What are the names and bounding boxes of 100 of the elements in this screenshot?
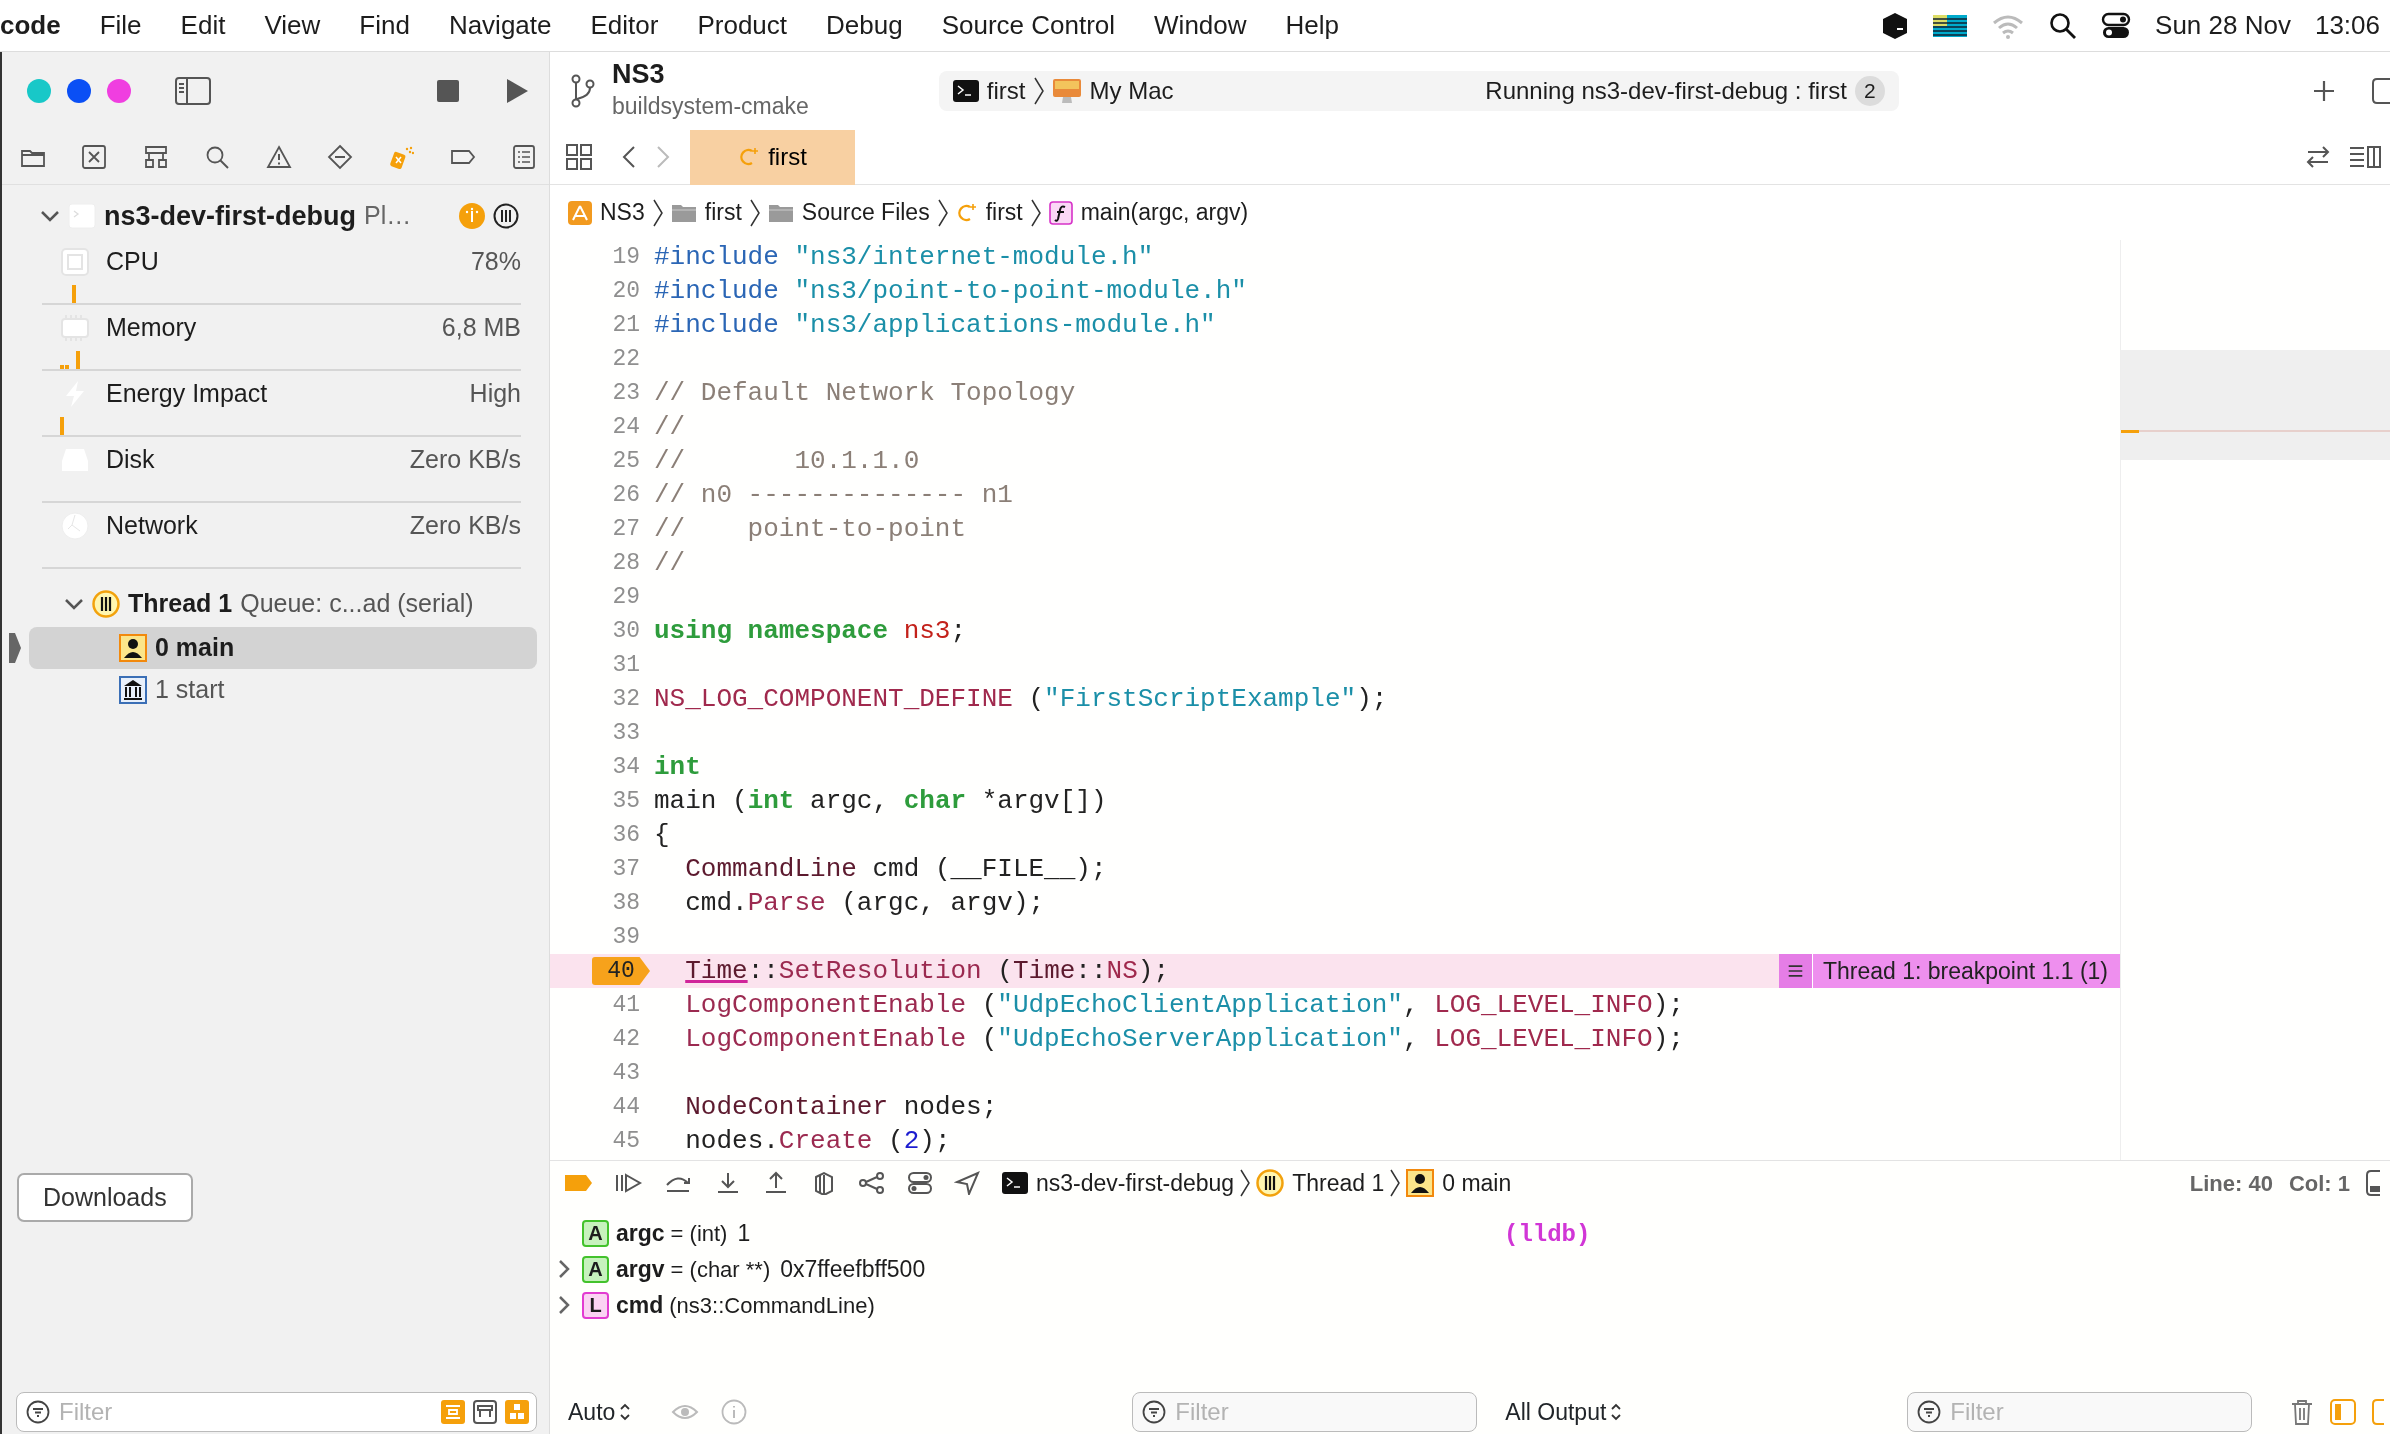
code-line: CommandLine cmd (__FILE__); xyxy=(684,853,1107,886)
window-control-dot[interactable] xyxy=(67,79,91,103)
globe-icon xyxy=(60,511,90,541)
project-name[interactable]: NS3 xyxy=(612,58,809,89)
breakpoint-marker[interactable]: 40 xyxy=(592,957,650,985)
warning-icon[interactable] xyxy=(265,144,292,170)
variable-value: 1 xyxy=(737,1218,751,1248)
line-number: 28 xyxy=(612,550,640,576)
toggles-icon[interactable] xyxy=(906,1171,934,1195)
trash-icon[interactable] xyxy=(2290,1398,2314,1426)
menu-item[interactable]: Find xyxy=(359,6,410,45)
list-icon[interactable] xyxy=(511,144,537,170)
line-number: 24 xyxy=(612,414,640,440)
branch-name[interactable]: buildsystem-cmake xyxy=(612,88,809,124)
code-line: // xyxy=(654,547,686,580)
filter-field[interactable]: Filter xyxy=(1132,1392,1478,1432)
debug-path-item[interactable]: Thread 1 xyxy=(1292,1165,1385,1201)
code-line: using namespace ns3; xyxy=(654,615,967,648)
output-selector[interactable]: All Output xyxy=(1505,1394,1623,1430)
menu-item[interactable]: Product xyxy=(697,6,788,45)
activity-count[interactable]: 2 xyxy=(1854,76,1885,106)
menu-item[interactable]: Debug xyxy=(826,6,903,45)
terminal-icon xyxy=(952,80,979,102)
back-chevron-icon[interactable] xyxy=(622,145,636,169)
debug-path-item[interactable]: ns3-dev-first-debug xyxy=(1036,1165,1235,1201)
terminal-icon xyxy=(1002,1172,1028,1194)
menu-item[interactable]: Editor xyxy=(590,6,659,45)
search-icon[interactable] xyxy=(2049,11,2078,40)
gauge-value: High xyxy=(469,378,521,410)
disclosure-chevron-icon[interactable] xyxy=(64,597,84,611)
add-icon[interactable] xyxy=(2312,79,2336,103)
disclosure-chevron-icon[interactable] xyxy=(558,1259,570,1279)
thread-icon[interactable] xyxy=(493,203,519,229)
stack-frame-row[interactable]: 1 start xyxy=(29,669,537,711)
gauge-label[interactable]: Network xyxy=(106,507,198,545)
disclosure-chevron-icon[interactable] xyxy=(40,209,60,223)
window-control-dot[interactable] xyxy=(27,79,51,103)
toggle-switches-icon[interactable] xyxy=(2101,10,2132,41)
hierarchy-icon[interactable] xyxy=(142,144,169,170)
scope-selector[interactable]: Auto xyxy=(568,1394,632,1430)
menu-item[interactable]: Window xyxy=(1154,6,1247,45)
computer-icon xyxy=(1051,78,1082,104)
panel-toggle-icon[interactable] xyxy=(2330,1399,2356,1425)
continue-icon[interactable] xyxy=(614,1171,644,1195)
menu-item[interactable]: File xyxy=(99,6,142,45)
x-square-icon[interactable] xyxy=(81,144,108,170)
graph-nodes-icon[interactable] xyxy=(858,1171,886,1195)
disclosure-chevron-icon[interactable] xyxy=(558,1295,570,1315)
process-name[interactable]: ns3-dev-first-debug xyxy=(104,195,357,237)
thread-name[interactable]: Thread 1 xyxy=(128,585,233,623)
bank-building-icon xyxy=(119,676,147,704)
location-arrow-icon[interactable] xyxy=(954,1171,982,1195)
gauge-label[interactable]: Energy Impact xyxy=(106,375,268,413)
branch-icon[interactable] xyxy=(570,74,596,108)
filter-field[interactable]: Filter xyxy=(1907,1392,2253,1432)
breadcrumb-item[interactable]: NS3 xyxy=(600,195,645,230)
usage-sparkline xyxy=(72,285,76,303)
menu-item[interactable]: Source Control xyxy=(941,6,1116,45)
menu-item[interactable]: Edit xyxy=(180,6,226,45)
variable-name[interactable]: cmd xyxy=(616,1287,664,1323)
inspector-lines-icon[interactable] xyxy=(2348,145,2382,169)
menu-item[interactable]: Help xyxy=(1285,6,1340,45)
folder-icon xyxy=(767,202,794,223)
gauge-label[interactable]: Disk xyxy=(106,441,155,479)
run-icon[interactable] xyxy=(505,78,529,104)
diamond-icon[interactable] xyxy=(326,144,353,170)
variable-name[interactable]: argv xyxy=(616,1251,665,1287)
gauge-value: 6,8 MB xyxy=(441,312,521,344)
annotation-menu-icon[interactable] xyxy=(1778,954,1813,988)
gauge-label[interactable]: CPU xyxy=(106,243,159,281)
grid-icon[interactable] xyxy=(566,144,592,170)
swap-arrows-icon[interactable] xyxy=(2304,145,2332,169)
line-number: 20 xyxy=(612,278,640,304)
console-layout-icon[interactable] xyxy=(2366,1170,2380,1196)
panel-toggle-icon[interactable] xyxy=(2372,1399,2384,1425)
person-icon xyxy=(119,634,147,662)
breakpoint-annotation: Thread 1: breakpoint 1.1 (1) xyxy=(1812,954,2120,988)
destination-name[interactable]: My Mac xyxy=(1089,73,1174,109)
sidebar-toggle-icon[interactable] xyxy=(175,77,211,105)
breadcrumb-item[interactable]: first xyxy=(704,195,742,230)
search-icon[interactable] xyxy=(204,144,231,170)
flag-icon[interactable] xyxy=(1933,14,1968,37)
gauge-label[interactable]: Memory xyxy=(106,309,197,347)
breadcrumb-item[interactable]: Source Files xyxy=(801,195,930,230)
menu-item[interactable]: View xyxy=(264,6,321,45)
line-number: 22 xyxy=(612,346,640,372)
breadcrumb-item[interactable]: first xyxy=(985,195,1023,230)
filter-field[interactable]: Filter xyxy=(16,1392,537,1432)
downloads-button[interactable]: Downloads xyxy=(17,1172,193,1222)
breadcrumb-item[interactable]: main(argc, argv) xyxy=(1080,195,1249,230)
app-menu[interactable]: code xyxy=(0,6,61,45)
menu-item[interactable]: Navigate xyxy=(448,6,552,45)
editor-tab[interactable]: first xyxy=(690,129,855,185)
variable-name[interactable]: argc xyxy=(616,1215,665,1251)
variable-type: = (int) xyxy=(670,1219,728,1248)
scheme-name[interactable]: first xyxy=(986,73,1026,109)
window-control-dot[interactable] xyxy=(107,79,131,103)
debug-path-item[interactable]: 0 main xyxy=(1442,1165,1512,1201)
hierarchy-icon[interactable] xyxy=(473,1400,497,1424)
line-number: 36 xyxy=(612,822,640,848)
